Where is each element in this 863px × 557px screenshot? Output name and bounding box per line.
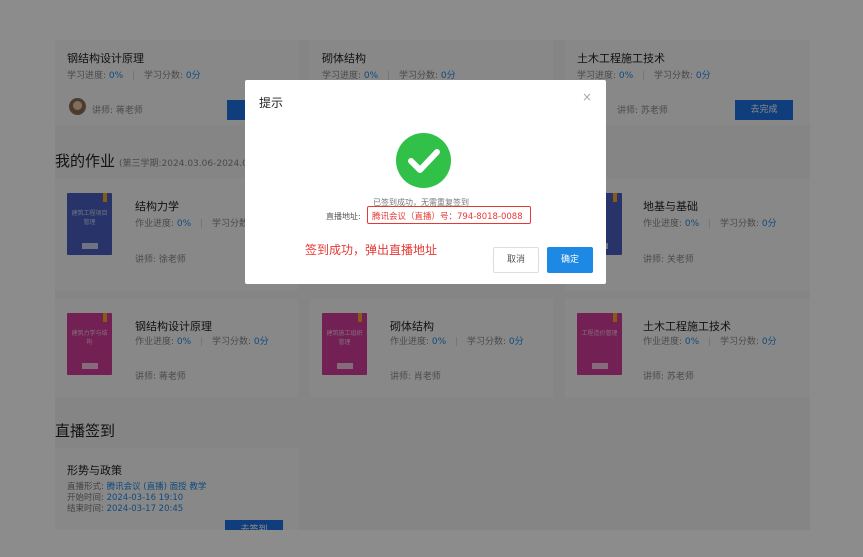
dialog-title: 提示	[259, 96, 284, 110]
confirm-button[interactable]: 确定	[547, 247, 593, 273]
address-highlight-box: 腾讯会议（直播）号：794-8018-0088	[367, 206, 531, 224]
annotation-text: 签到成功，弹出直播地址	[305, 243, 438, 257]
address-label: 直播地址:	[326, 212, 361, 221]
success-check-icon	[396, 133, 451, 188]
close-icon[interactable]: ×	[582, 90, 592, 104]
live-address[interactable]: 腾讯会议（直播）号：794-8018-0088	[372, 210, 523, 222]
signin-dialog: 提示 × 已签到成功，无需重复签到 直播地址: 腾讯会议（直播）号：794-80…	[245, 80, 606, 284]
cancel-button[interactable]: 取消	[493, 247, 539, 273]
